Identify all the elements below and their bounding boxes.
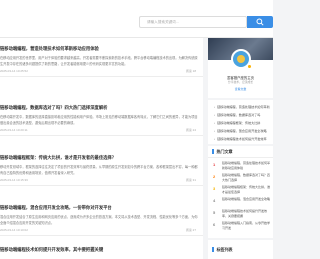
divider	[0, 185, 203, 186]
tags-card: 标签列表	[208, 240, 273, 259]
post-list: 链移动端编程，营造处理技术如何革新移动应用体验 在移动应用开发的世界里，用户对于…	[0, 38, 203, 259]
post-stats: 阅读 18	[185, 69, 196, 73]
recent-post-link[interactable]: 链移动端编程，数据库选对了吗	[214, 112, 272, 117]
post-title[interactable]: 链移动端编程，营造处理技术如何革新移动应用体验	[0, 46, 99, 52]
hot-post-link[interactable]: 链移动端编程，混合应用开发全攻略	[222, 197, 270, 202]
post-excerpt: 移动开发领域中，框架的选择往往决定了项目的开发效率与最终质量。从早期的原生开发到…	[0, 165, 198, 175]
hot-posts-heading: 热门文章	[212, 149, 233, 155]
heading-accent	[212, 247, 214, 252]
heading-accent	[212, 149, 214, 154]
recent-post-link[interactable]: 链移动端编程技术如何提升开发效率	[214, 136, 272, 141]
rank-number: 2	[213, 174, 216, 179]
divider	[0, 235, 203, 236]
hot-post-link[interactable]: 链移动端编程技术如何提升开发效率，关键要把握	[222, 209, 270, 219]
divider	[208, 157, 273, 158]
divider	[0, 135, 203, 136]
rank-number: 6	[213, 222, 216, 227]
post-title[interactable]: 链移动端编程框架：传统大比拼，谁才是开发者的最佳选择？	[0, 155, 116, 161]
rank-number: 4	[213, 198, 216, 203]
profile-card: 墨客猎户座的主页 分享技术，记录成长 查看文章	[208, 38, 273, 98]
post-date: 2025-03-14 10:20:11	[0, 128, 28, 132]
hot-post-link[interactable]: 链移动端编程，营造处理技术如何革新移动应用体验	[222, 161, 270, 171]
recent-post-link[interactable]: 链移动端编程框架：传统大比拼	[214, 120, 272, 125]
post-meta: 2025-03-14 10:25:52 阅读 18	[0, 69, 200, 73]
profile-link[interactable]: 查看文章	[208, 87, 273, 91]
recent-post-link[interactable]: 链移动端编程，混合应用开发全攻略	[214, 128, 272, 133]
post-excerpt: 在移动应用开发的世界里，用户对于体验的要求越来越高，开发者需要不断探索新的技术手…	[0, 56, 198, 66]
search-icon	[256, 18, 264, 26]
verified-badge-icon	[247, 64, 252, 69]
post-meta: 2025-03-14 10:10:02 阅读 27	[0, 228, 200, 232]
recent-posts-card: 链移动端编程，营造处理技术如何革新 链移动端编程，数据库选对了吗 链移动端编程框…	[208, 100, 273, 144]
tags-heading: 标签列表	[212, 247, 233, 253]
post-excerpt: 混合应用开发结合了原生应用和网页应用的优点，逐渐成为许多企业的首选方案。本文将从…	[0, 215, 198, 225]
hot-posts-card: 热门文章 1 链移动端编程，营造处理技术如何革新移动应用体验 2 链移动端编程，…	[208, 146, 273, 238]
avatar-face	[237, 55, 245, 63]
post-date: 2025-03-14 10:10:02	[0, 228, 28, 232]
search-button[interactable]	[247, 16, 273, 28]
post-title[interactable]: 链移动端编程技术如何提升开发效率，其中要把握关键	[0, 247, 103, 253]
rank-number: 5	[213, 210, 216, 215]
tags-heading-label: 标签列表	[216, 247, 233, 252]
post-excerpt: 在移动端开发中，数据库的选择直接影响着应用的性能和用户体验。市场上常见的移动端数…	[0, 115, 198, 125]
post-stats: 阅读 27	[185, 228, 196, 232]
post-title[interactable]: 链移动端编程，数据库选对了吗？四大热门选择深度解析	[0, 105, 107, 111]
hot-posts-heading-label: 热门文章	[216, 149, 233, 154]
rank-number: 1	[213, 162, 216, 167]
post-meta: 2025-03-14 10:20:11 阅读 24	[0, 128, 200, 132]
profile-subtitle: 分享技术，记录成长	[227, 80, 254, 84]
top-bar: 请输入搜索关键词...	[0, 0, 273, 38]
post-date: 2025-03-14 10:15:36	[0, 178, 28, 182]
divider	[0, 76, 203, 77]
recent-post-link[interactable]: 链移动端编程，营造处理技术如何革新	[214, 104, 272, 109]
hot-post-link[interactable]: 链移动端编程，数据库选对了吗？四大热门选择	[222, 173, 270, 183]
post-stats: 阅读 31	[185, 178, 196, 182]
post-stats: 阅读 24	[185, 128, 196, 132]
rank-number: 3	[213, 186, 216, 191]
post-meta: 2025-03-14 10:15:36 阅读 31	[0, 178, 200, 182]
post-title[interactable]: 链移动端编程，混合应用开发全攻略，一份带你对开发平台	[0, 205, 112, 211]
hot-post-link[interactable]: 链移动端编程框架：传统大比拼，谁才是最佳选择	[222, 185, 270, 195]
hot-post-link[interactable]: 链移动端编程入门指南，从零开始学习开发	[222, 221, 270, 231]
search-input[interactable]: 请输入搜索关键词...	[139, 16, 247, 28]
post-date: 2025-03-14 10:25:52	[0, 69, 28, 73]
